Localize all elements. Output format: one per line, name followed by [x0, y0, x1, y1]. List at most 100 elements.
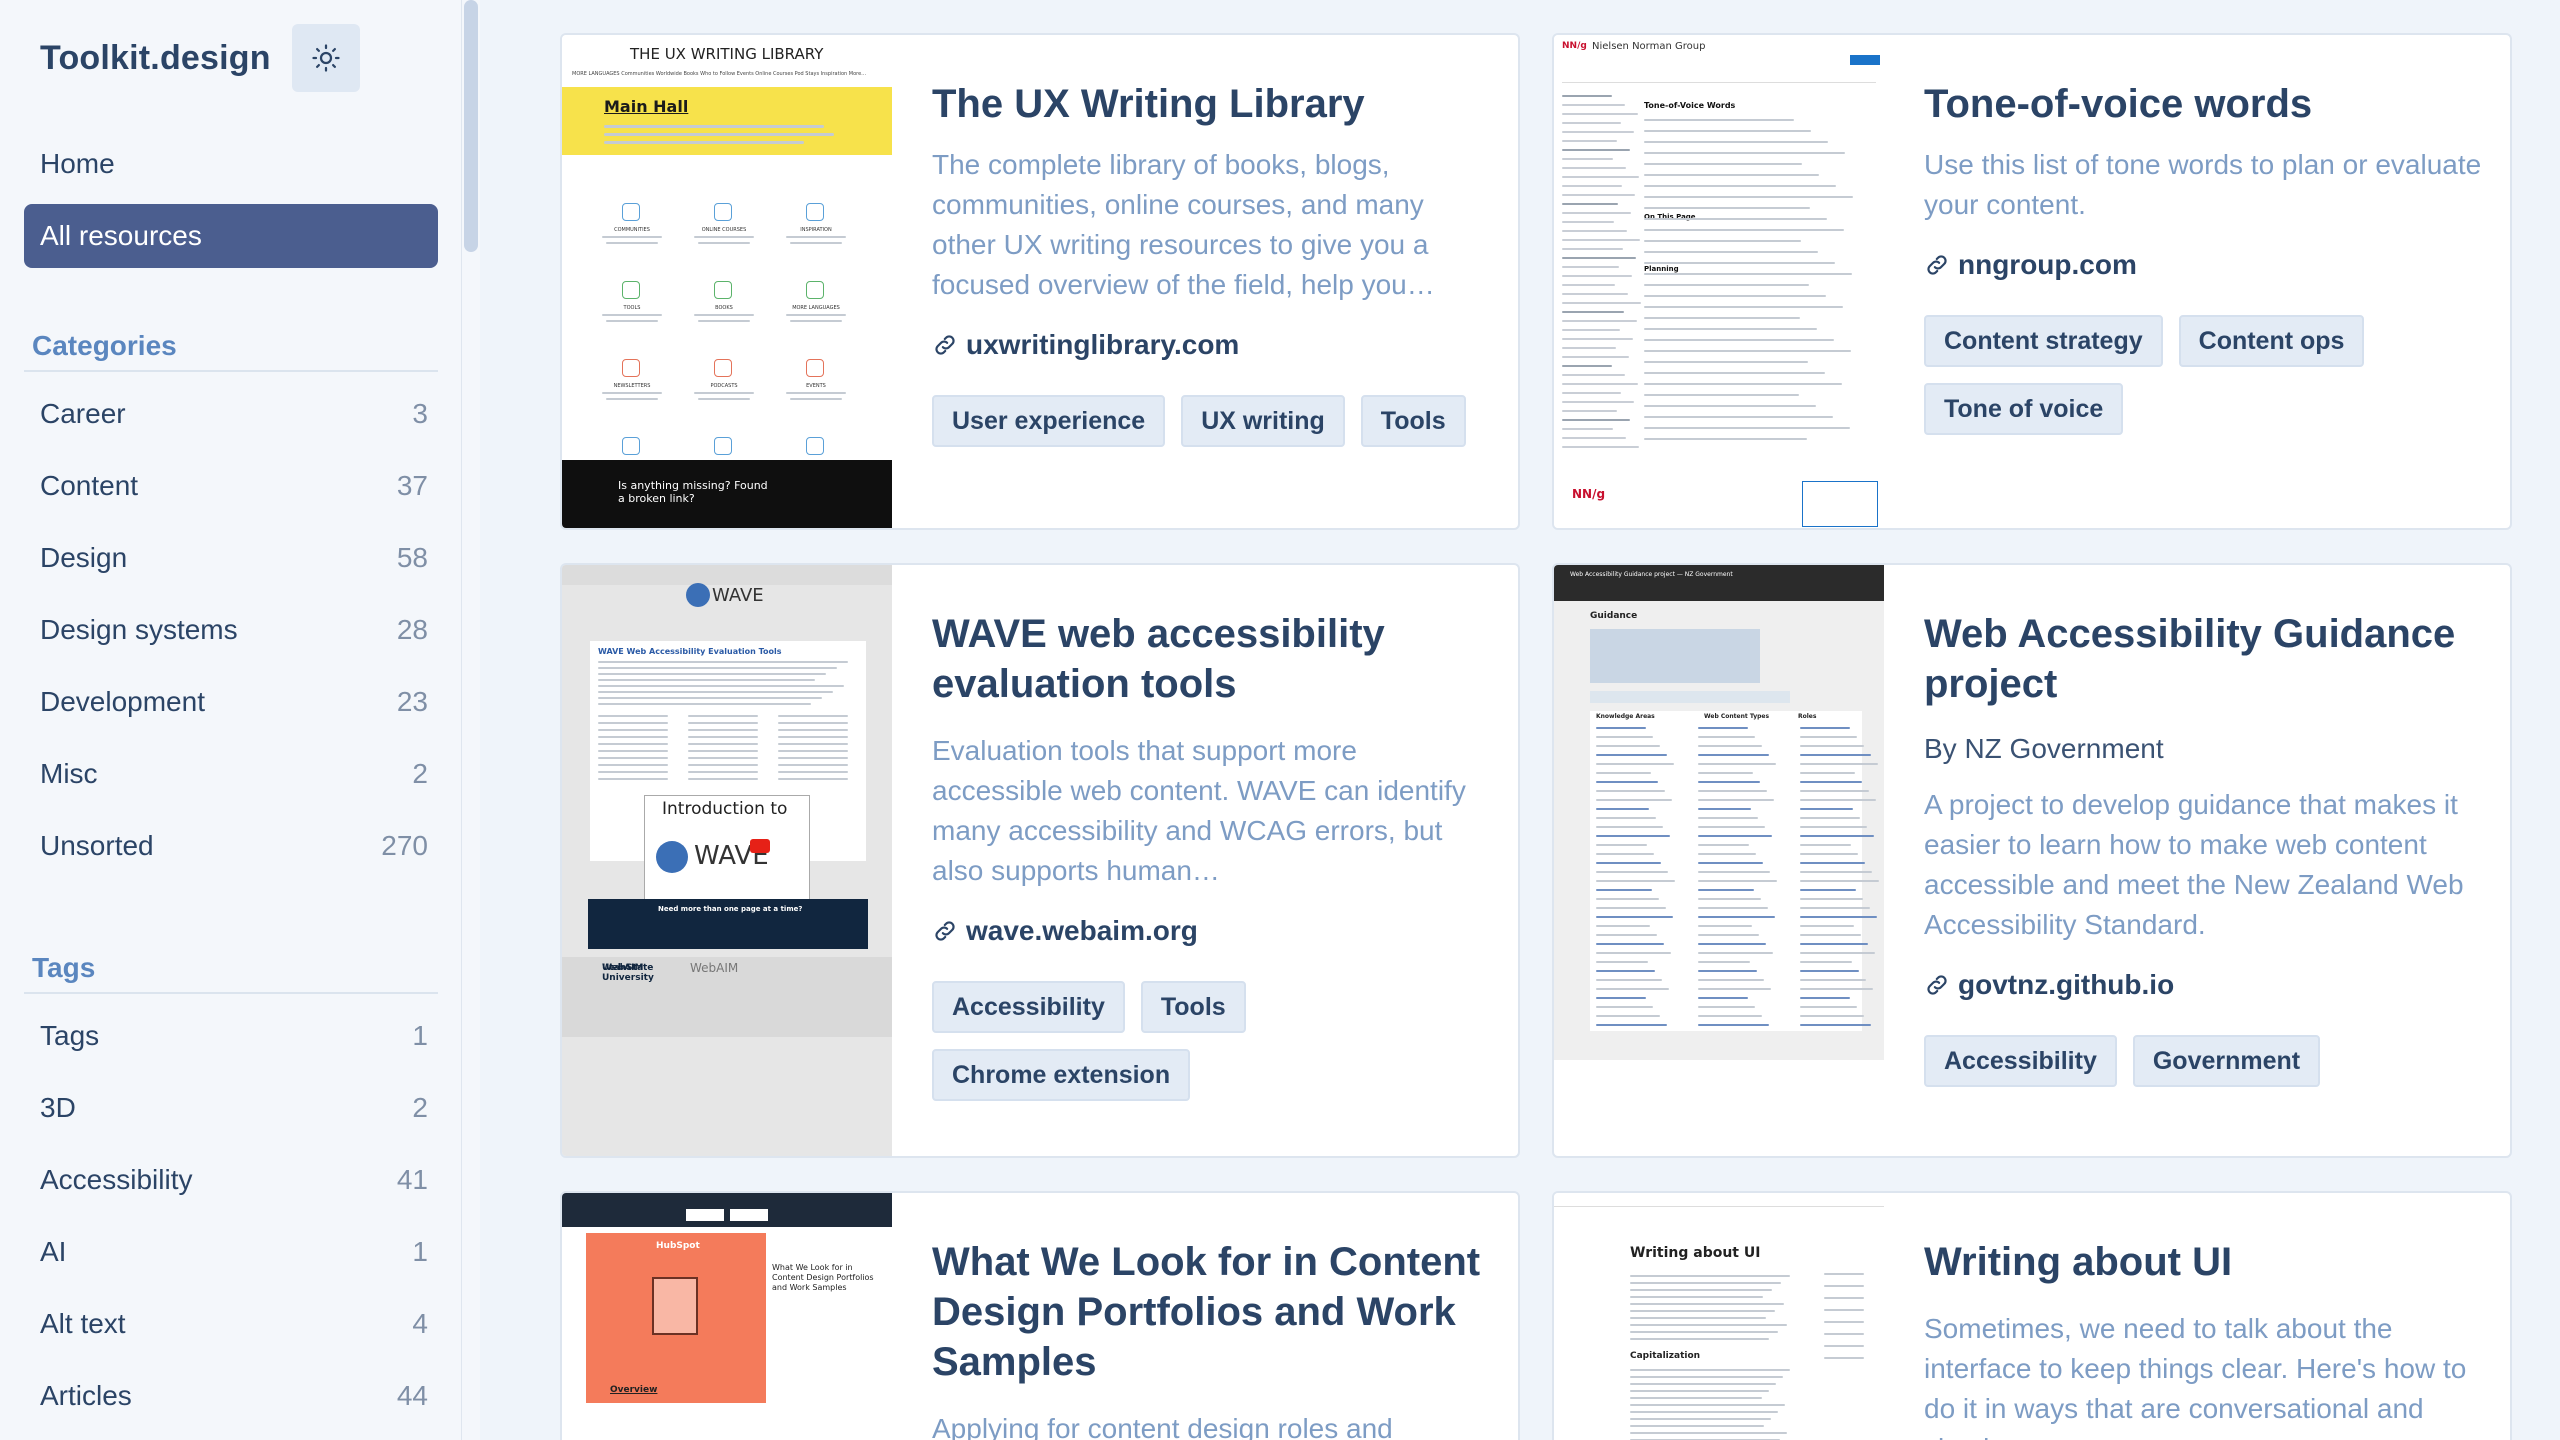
- tag-chip[interactable]: Content ops: [2178, 315, 2365, 367]
- tags-heading: Tags: [24, 942, 438, 994]
- card-link-text[interactable]: govtnz.github.io: [1958, 969, 2174, 1001]
- thumb-text-line: [1800, 754, 1871, 756]
- tag-chip[interactable]: UX writing: [1181, 395, 1345, 447]
- tag-chip[interactable]: User experience: [932, 395, 1166, 447]
- card-link[interactable]: nngroup.com: [1924, 249, 2482, 281]
- thumb-text-line: [688, 715, 758, 717]
- tag-filter-articles[interactable]: Articles 44: [24, 1360, 438, 1432]
- card-link-text[interactable]: uxwritinglibrary.com: [966, 329, 1239, 361]
- thumb-text-line: [1562, 257, 1636, 259]
- thumb-text-line: [1596, 1006, 1653, 1008]
- card-link-text[interactable]: wave.webaim.org: [966, 915, 1198, 947]
- thumb-text-line: [1562, 401, 1634, 403]
- thumb-text-line: [1824, 1345, 1864, 1347]
- tag-filter-accessibility[interactable]: Accessibility 41: [24, 1144, 438, 1216]
- thumb-text-line: [1800, 889, 1856, 891]
- resource-card[interactable]: WAVE WAVE Web Accessibility Evaluation T…: [560, 563, 1520, 1158]
- nav-all-resources[interactable]: All resources: [24, 204, 438, 268]
- category-career[interactable]: Career 3: [24, 378, 438, 450]
- thumb-text-line: [1698, 1015, 1762, 1017]
- category-design-systems[interactable]: Design systems 28: [24, 594, 438, 666]
- tag-chip[interactable]: Content strategy: [1924, 315, 2163, 367]
- resource-card[interactable]: Writing about UI Capitalization Writing …: [1552, 1191, 2512, 1440]
- tag-filter-ai[interactable]: AI 1: [24, 1216, 438, 1288]
- thumb-text-line: [1562, 437, 1626, 439]
- tag-filter-count: 41: [396, 1164, 428, 1195]
- thumb-text-line: [1596, 907, 1666, 909]
- tag-filter-count: 2: [412, 1092, 428, 1123]
- thumb-text-line: [1596, 781, 1658, 783]
- thumb-text-line: [602, 392, 662, 394]
- thumb-section-icon: [806, 359, 824, 377]
- card-title[interactable]: What We Look for in Content Design Portf…: [932, 1237, 1490, 1387]
- tag-chip[interactable]: Tools: [1140, 981, 1246, 1033]
- resource-thumbnail: NN/g Nielsen Norman Group Tone-of-Voice …: [1554, 35, 1884, 528]
- thumb-text-line: [1698, 898, 1761, 900]
- sidebar-scrollbar-thumb[interactable]: [464, 0, 478, 252]
- card-title[interactable]: Web Accessibility Guidance project: [1924, 609, 2482, 709]
- tag-chip[interactable]: Tools: [1360, 395, 1466, 447]
- thumb-text-line: [1644, 339, 1834, 341]
- site-logo[interactable]: Toolkit.design: [40, 39, 271, 78]
- thumb-text-line: [688, 771, 758, 773]
- resource-card[interactable]: NN/g Nielsen Norman Group Tone-of-Voice …: [1552, 33, 2512, 530]
- theme-toggle-button[interactable]: [292, 24, 360, 92]
- thumb-text-line: [1800, 898, 1863, 900]
- card-link[interactable]: uxwritinglibrary.com: [932, 329, 1490, 361]
- card-link[interactable]: govtnz.github.io: [1924, 969, 2482, 1001]
- thumb-text-line: [1596, 745, 1660, 747]
- thumb-text-line: [1630, 1397, 1762, 1399]
- category-unsorted[interactable]: Unsorted 270: [24, 810, 438, 882]
- category-development[interactable]: Development 23: [24, 666, 438, 738]
- tags-section: Tags Tags 1 3D 2 Accessibility 41 AI 1 Alt t…: [24, 942, 438, 1432]
- category-design[interactable]: Design 58: [24, 522, 438, 594]
- resource-card[interactable]: THE UX WRITING LIBRARY MORE LANGUAGES Co…: [560, 33, 1520, 530]
- thumb-text-line: [1630, 1376, 1783, 1378]
- card-title[interactable]: Writing about UI: [1924, 1237, 2482, 1287]
- thumb-text-line: [1562, 104, 1625, 106]
- thumb-text-line: [1562, 365, 1612, 367]
- category-label: Content: [40, 470, 139, 501]
- card-title[interactable]: Tone-of-voice words: [1924, 79, 2482, 129]
- thumb-text-line: [1644, 438, 1807, 440]
- tag-chip[interactable]: Chrome extension: [932, 1049, 1191, 1101]
- thumb-text-line: [1800, 799, 1876, 801]
- tag-filter-tags[interactable]: Tags 1: [24, 1000, 438, 1072]
- thumb-text-line: [694, 314, 754, 316]
- thumb-text-line: [1698, 808, 1751, 810]
- thumb-text-line: [1698, 997, 1748, 999]
- tag-filter-alt-text[interactable]: Alt text 4: [24, 1288, 438, 1360]
- category-misc[interactable]: Misc 2: [24, 738, 438, 810]
- card-content: What We Look for in Content Design Portf…: [932, 1237, 1490, 1440]
- nav-home[interactable]: Home: [24, 132, 438, 196]
- thumb-text-line: [1824, 1333, 1864, 1335]
- thumb-text-line: [1562, 275, 1632, 277]
- thumb-text-line: [1644, 317, 1800, 319]
- thumb-section-icon: [714, 203, 732, 221]
- tag-filter-3d[interactable]: 3D 2: [24, 1072, 438, 1144]
- thumb-text-line: [778, 736, 848, 738]
- tag-chip[interactable]: Tone of voice: [1924, 383, 2124, 435]
- card-link-text[interactable]: nngroup.com: [1958, 249, 2137, 281]
- category-label: Career: [40, 398, 126, 429]
- thumb-text-line: [1824, 1309, 1864, 1311]
- thumb-text-line: [1644, 405, 1816, 407]
- thumb-text-line: [1698, 862, 1763, 864]
- tag-chip[interactable]: Accessibility: [1924, 1035, 2117, 1087]
- thumb-text-line: [1800, 907, 1870, 909]
- tag-chip[interactable]: Government: [2132, 1035, 2321, 1087]
- resource-card[interactable]: HubSpot What We Look for in Content Desi…: [560, 1191, 1520, 1440]
- card-title[interactable]: The UX Writing Library: [932, 79, 1490, 129]
- resource-card[interactable]: Web Accessibility Guidance project — NZ …: [1552, 563, 2512, 1158]
- card-content: Writing about UI Sometimes, we need to t…: [1924, 1237, 2482, 1440]
- thumb-section-icon: [806, 203, 824, 221]
- thumb-text-line: [1698, 772, 1753, 774]
- thumb-text-line: [1562, 221, 1614, 223]
- thumb-text-line: [1644, 427, 1850, 429]
- thumb-heading: Tone-of-Voice Words: [1644, 101, 1736, 110]
- tag-chip[interactable]: Accessibility: [932, 981, 1125, 1033]
- thumb-text-line: [1698, 1024, 1769, 1026]
- card-title[interactable]: WAVE web accessibility evaluation tools: [932, 609, 1490, 709]
- card-link[interactable]: wave.webaim.org: [932, 915, 1490, 947]
- category-content[interactable]: Content 37: [24, 450, 438, 522]
